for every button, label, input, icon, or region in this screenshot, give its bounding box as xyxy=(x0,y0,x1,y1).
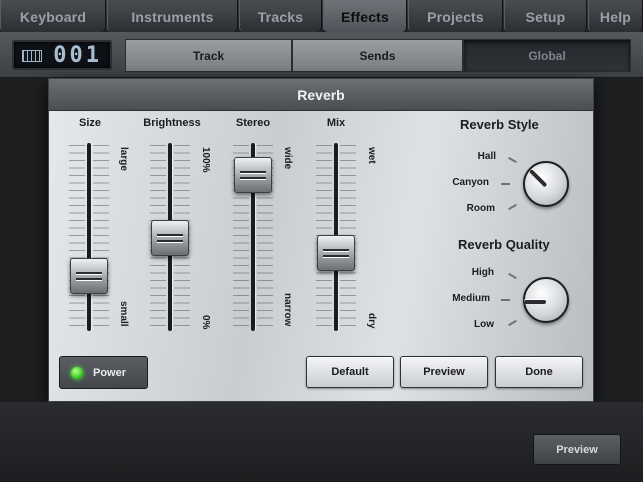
tab-help[interactable]: Help xyxy=(588,0,643,32)
quality-mark-low xyxy=(508,319,517,327)
quality-option-high[interactable]: High xyxy=(434,267,494,278)
style-mark-room xyxy=(508,203,517,211)
power-led-icon xyxy=(71,366,83,379)
mix-bottom-label: dry xyxy=(366,313,377,329)
effects-subbar: 001 Track Sends Global xyxy=(0,32,643,78)
reverb-dialog: Reverb Size large small Brightness 100% … xyxy=(48,78,594,402)
reverb-style-title: Reverb Style xyxy=(460,117,539,132)
brightness-label: Brightness xyxy=(143,117,201,129)
mix-top-label: wet xyxy=(366,147,377,164)
quality-mark-medium xyxy=(501,299,510,301)
stereo-slider-knob[interactable] xyxy=(234,157,272,193)
power-button[interactable]: Power xyxy=(59,356,148,389)
reverb-quality-knob[interactable] xyxy=(523,277,569,323)
preview-button[interactable]: Preview xyxy=(400,356,488,388)
tab-setup[interactable]: Setup xyxy=(504,0,587,32)
segment-track[interactable]: Track xyxy=(125,39,292,72)
reverb-quality-pointer xyxy=(524,300,546,304)
bottom-panel: Preview xyxy=(0,402,643,482)
style-option-hall[interactable]: Hall xyxy=(436,151,496,162)
tab-instruments[interactable]: Instruments xyxy=(107,0,238,32)
default-button[interactable]: Default xyxy=(306,356,394,388)
brightness-top-label: 100% xyxy=(200,147,211,173)
tab-projects[interactable]: Projects xyxy=(408,0,503,32)
track-number: 001 xyxy=(53,43,102,68)
dialog-title: Reverb xyxy=(49,79,593,111)
track-number-display: 001 xyxy=(12,40,112,70)
done-button[interactable]: Done xyxy=(495,356,583,388)
tab-effects[interactable]: Effects xyxy=(323,0,407,32)
mix-slider-knob[interactable] xyxy=(317,235,355,271)
stereo-top-label: wide xyxy=(282,147,293,170)
keyboard-icon xyxy=(22,50,42,62)
reverb-quality-title: Reverb Quality xyxy=(458,237,550,252)
quality-mark-high xyxy=(508,272,517,280)
style-mark-canyon xyxy=(501,183,510,185)
power-label: Power xyxy=(93,366,127,379)
stereo-bottom-label: narrow xyxy=(282,293,293,327)
bottom-preview-button[interactable]: Preview xyxy=(533,434,621,465)
size-top-label: large xyxy=(118,147,129,171)
tab-tracks[interactable]: Tracks xyxy=(239,0,322,32)
mix-label: Mix xyxy=(326,117,346,129)
size-slider-knob[interactable] xyxy=(70,257,108,294)
reverb-style-knob[interactable] xyxy=(523,161,569,207)
segment-global[interactable]: Global xyxy=(463,39,631,72)
segment-sends[interactable]: Sends xyxy=(292,39,463,72)
stereo-label: Stereo xyxy=(235,117,271,129)
brightness-bottom-label: 0% xyxy=(200,315,211,330)
quality-option-medium[interactable]: Medium xyxy=(430,293,490,304)
style-option-room[interactable]: Room xyxy=(435,203,495,214)
main-tab-bar: Keyboard Instruments Tracks Effects Proj… xyxy=(0,0,643,32)
style-mark-hall xyxy=(508,156,517,164)
brightness-slider-knob[interactable] xyxy=(151,220,189,256)
size-label: Size xyxy=(78,117,102,129)
size-track[interactable] xyxy=(87,143,91,331)
style-option-canyon[interactable]: Canyon xyxy=(429,177,489,188)
tab-keyboard[interactable]: Keyboard xyxy=(0,0,106,32)
size-bottom-label: small xyxy=(118,301,129,327)
reverb-style-pointer xyxy=(529,169,548,188)
quality-option-low[interactable]: Low xyxy=(434,319,494,330)
